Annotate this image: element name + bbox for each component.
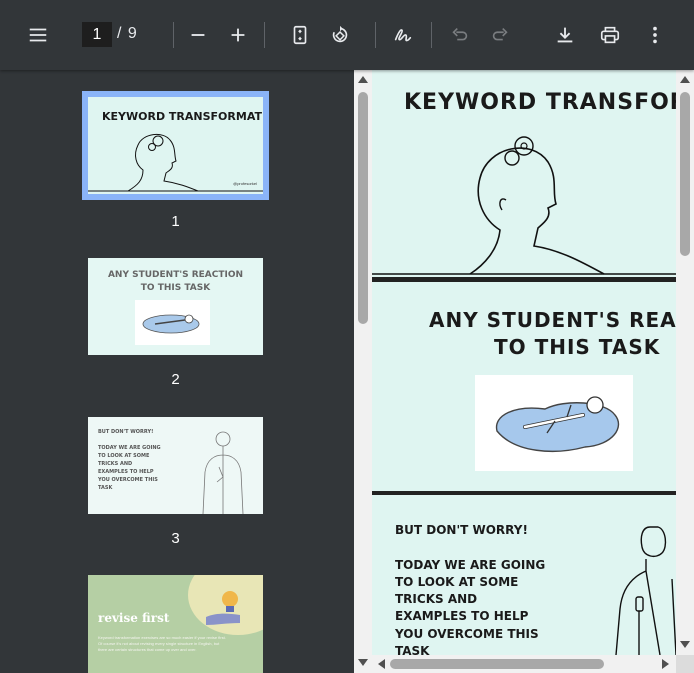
scroll-right-arrow-icon[interactable] [662,659,669,669]
thumbnail-body-line: YOU OVERCOME THIS [98,477,158,483]
thumbnail-title-line: TO THIS TASK [140,283,211,293]
thumbnail-body-line: TO LOOK AT SOME [98,453,150,459]
thumbnail-body-line: TASK [98,485,113,491]
fit-page-icon[interactable] [286,21,314,49]
speaker-illustration-icon [615,526,676,655]
thumbnail-heading: BUT DON'T WORRY! [98,429,154,435]
page-number-input[interactable]: 1 [82,22,112,47]
lightbulb-hand-icon [206,591,240,625]
download-icon[interactable] [551,21,579,49]
rotate-icon[interactable] [326,21,354,49]
slide-body-line: YOU OVERCOME THIS [395,627,539,641]
thumbnail-number: 3 [171,530,180,547]
thumbnail-number: 2 [171,371,180,388]
scroll-down-arrow-icon[interactable] [358,659,368,666]
puddle-illustration-icon [475,375,633,471]
thumbnail-credit: @profesorkel [233,181,257,186]
thumbnail-page-4[interactable]: revise first Keyword transformation exer… [88,575,263,673]
thumbnail-sidebar: KEYWORD TRANSFORMATION @profesorkel 1 AN… [0,70,354,673]
slide-body-line: TASK [395,644,430,655]
head-silhouette-icon [372,136,676,275]
thumbnail-title-line: ANY STUDENT'S REACTION [107,270,244,280]
toolbar-divider [431,22,432,48]
more-icon[interactable] [641,21,669,49]
speaker-illustration-icon [202,431,244,514]
toolbar-divider [375,22,376,48]
viewer-scroll-thumb[interactable] [680,92,690,256]
page-total: / 9 [117,25,138,42]
menu-icon[interactable] [24,21,52,49]
viewer-horizontal-scrollbar[interactable] [372,655,676,673]
zoom-out-icon[interactable] [184,21,212,49]
slide-body-line: TODAY WE ARE GOING [395,558,546,572]
scroll-up-arrow-icon[interactable] [680,76,690,83]
scroll-left-arrow-icon[interactable] [378,659,385,669]
thumbnail-title: KEYWORD TRANSFORMATION [102,110,263,123]
sidebar-scrollbar[interactable] [354,70,372,673]
slide-body-line: EXAMPLES TO HELP [395,609,529,623]
pdf-toolbar: 1 / 9 [0,0,694,70]
page-1: KEYWORD TRANSFORMATI [372,70,676,277]
thumbnail-number: 1 [171,213,180,230]
thumbnail-body-line: TRICKS AND [98,461,133,467]
slide-body-line: TO LOOK AT SOME [395,575,519,589]
viewer-vertical-scrollbar[interactable] [676,70,694,655]
scroll-down-arrow-icon[interactable] [680,641,690,648]
toolbar-divider [264,22,265,48]
zoom-in-icon[interactable] [224,21,252,49]
thumbnail-page-2[interactable]: ANY STUDENT'S REACTION TO THIS TASK [88,258,263,355]
redo-icon[interactable] [486,21,514,49]
slide-title-line: TO THIS TASK [494,335,661,359]
slide-title-line: ANY STUDENT'S REACTIO [429,308,676,332]
thumbnail-page-3[interactable]: BUT DON'T WORRY! TODAY WE ARE GOING TO L… [88,417,263,514]
print-icon[interactable] [596,21,624,49]
scrollbar-corner [676,655,694,673]
toolbar-divider [173,22,174,48]
scroll-up-arrow-icon[interactable] [358,76,368,83]
thumbnail-page-1[interactable]: KEYWORD TRANSFORMATION @profesorkel [82,91,269,200]
sidebar-scroll-thumb[interactable] [358,92,368,324]
thumbnail-body-line: TODAY WE ARE GOING [98,445,161,451]
thumbnail-body: Keyword transformation exercises are so … [98,635,226,652]
puddle-illustration-icon [135,300,210,345]
slide-body-line: TRICKS AND [395,592,478,606]
undo-icon[interactable] [446,21,474,49]
page-2: ANY STUDENT'S REACTIO TO THIS TASK [372,282,676,491]
slide-title: KEYWORD TRANSFORMATI [404,90,676,115]
page-3: BUT DON'T WORRY! TODAY WE ARE GOING TO L… [372,495,676,655]
viewer-hscroll-thumb[interactable] [390,659,604,669]
thumbnail-body-line: EXAMPLES TO HELP [98,469,154,475]
annotate-icon[interactable] [389,21,417,49]
slide-heading: BUT DON'T WORRY! [395,523,528,537]
thumbnail-title: revise first [98,611,170,625]
